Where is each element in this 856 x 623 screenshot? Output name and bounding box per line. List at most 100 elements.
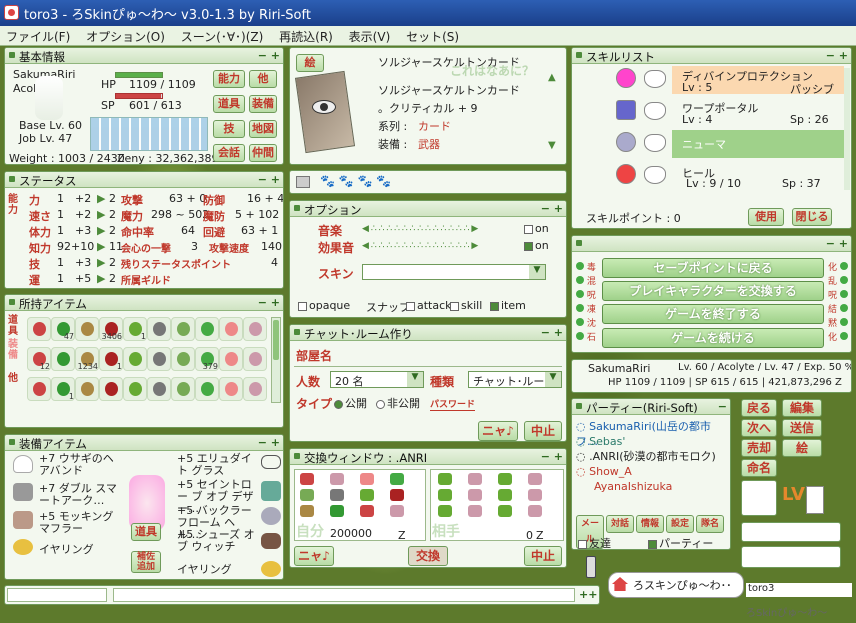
inventory-slot[interactable]: 1 [123,317,147,341]
skill-close-button[interactable]: 閉じる [792,208,832,226]
inventory-slot[interactable]: 3406 [99,317,123,341]
stat-raise-icon[interactable]: ▶ [97,224,105,237]
stat-raise-icon[interactable]: ▶ [97,192,105,205]
inventory-slot[interactable] [219,377,243,401]
other-button[interactable]: 他 [249,70,277,88]
nya-button[interactable]: ニャ♪ [478,421,518,441]
switch-character-button[interactable]: プレイキャラクターを交換する [602,281,824,301]
menu-view[interactable]: 表示(V) [349,30,391,44]
item-check[interactable]: item [490,299,526,312]
trade-item-icon[interactable] [300,473,314,485]
chat-controls-icon[interactable]: ++ [579,588,597,601]
inventory-slot[interactable] [171,347,195,371]
inventory-slot[interactable]: 1 [99,347,123,371]
equip-accessory-l[interactable]: イヤリング [39,541,94,557]
panel-controls-icon[interactable]: − + [826,237,848,250]
trade-item-icon[interactable] [360,505,374,517]
inventory-slot[interactable] [219,317,243,341]
inventory-slot[interactable]: 1 [51,377,75,401]
items-header[interactable]: 所持アイテム − + [5,295,283,311]
menu-set[interactable]: セット(S) [406,30,459,44]
game-menu-header[interactable]: − + [572,236,851,252]
inventory-slot[interactable] [123,347,147,371]
tab-picture[interactable]: 絵 [296,54,324,72]
trade-item-icon[interactable] [528,505,542,517]
trade-item-icon[interactable] [390,489,404,501]
room-name-input[interactable] [294,363,562,367]
inventory-slot[interactable] [195,377,219,401]
menu-option[interactable]: オプション(O) [86,30,165,44]
tab-info[interactable]: 情報 [636,515,664,533]
name-button[interactable]: 命名 [741,459,777,477]
menu-file[interactable]: ファイル(F) [6,30,70,44]
tab-setting[interactable]: 設定 [666,515,694,533]
party-member-4[interactable]: AyanaIshizuka [576,479,728,494]
ability-button[interactable]: 能力 [213,70,245,88]
inventory-slot[interactable] [195,317,219,341]
chat-input[interactable] [7,588,107,602]
option-header[interactable]: オプション − + [290,201,566,217]
skills-header[interactable]: スキルリスト − + [572,48,851,64]
trade-item-icon[interactable] [330,473,344,485]
panel-controls-icon[interactable]: − + [258,296,280,309]
skill-use-button[interactable]: 使用 [748,208,784,226]
opaque-check[interactable]: opaque [298,299,350,312]
inventory-slot[interactable]: 1234 [75,347,99,371]
trade-item-icon[interactable] [498,505,512,517]
equip-glasses[interactable]: +5 エリュダイト グラス [177,453,257,477]
inventory-slot[interactable] [219,347,243,371]
trade-item-icon[interactable] [528,489,542,501]
panel-controls-icon[interactable]: − + [258,173,280,186]
items-scrollbar[interactable] [271,317,281,403]
se-slider[interactable]: ◀∴∴∴∴∴∴∴∴∴∴∴∴∴▶ [362,241,522,251]
party-member-0[interactable]: ◌ SakumaRiri(山岳の都市フ… [576,419,728,448]
trade-exchange-button[interactable]: 交換 [408,546,448,566]
skills-scrollbar[interactable] [844,68,850,190]
panel-controls-icon[interactable]: − + [258,436,280,449]
inventory-slot[interactable] [171,377,195,401]
inventory-slot[interactable] [75,317,99,341]
inventory-slot[interactable] [243,317,267,341]
chat-cancel-button[interactable]: 中止 [524,421,562,441]
stat-raise-icon[interactable]: ▶ [97,272,105,285]
skin-select[interactable]: ▼ [362,264,546,280]
inventory-slot[interactable] [27,317,51,341]
private-radio[interactable]: 非公開 [376,395,420,411]
stat-raise-icon[interactable]: ▶ [97,208,105,221]
party-member-2[interactable]: ◌ .ANRI(砂漠の都市モロク) [576,449,728,464]
party-header[interactable]: パーティー(Riri-Soft) − [572,399,730,415]
equip-garment[interactable]: +5 モッキング マフラー [39,511,119,535]
equip-header[interactable]: 装備アイテム − + [5,435,283,451]
panel-controls-icon[interactable]: − [718,400,727,413]
scroll-up-icon[interactable]: ▲ [548,72,556,83]
trade-item-icon[interactable] [438,473,452,485]
party-member-1[interactable]: ◌ Sebas' [576,434,728,449]
tab-items-other[interactable]: 他 [8,373,22,384]
trade-item-icon[interactable] [438,489,452,501]
public-radio[interactable]: 公開 [334,395,367,411]
panel-controls-icon[interactable]: − + [826,49,848,62]
panel-controls-icon[interactable]: − + [541,202,563,215]
attack-check[interactable]: attack [406,299,452,312]
menu-reload[interactable]: 再読込(R) [279,30,333,44]
return-savepoint-button[interactable]: セーブポイントに戻る [602,258,824,278]
equip-add-button[interactable]: 補佐 追加 [131,551,161,573]
inventory-slot[interactable] [243,377,267,401]
skill-check[interactable]: skill [450,299,482,312]
status-side-tab[interactable]: 能力 [8,194,22,216]
trade-item-icon[interactable] [330,505,344,517]
party-check[interactable]: パーティー [648,535,713,549]
trade-item-icon[interactable] [498,473,512,485]
skill-button[interactable]: 技 [213,120,245,138]
inventory-slot[interactable] [243,347,267,371]
music-slider[interactable]: ◀∴∴∴∴∴∴∴∴∴∴∴∴∴▶ [362,224,522,234]
trade-item-icon[interactable] [468,489,482,501]
panel-controls-icon[interactable]: − + [541,326,563,339]
chat-input-2[interactable] [113,588,575,602]
trade-item-icon[interactable] [300,505,314,517]
continue-game-button[interactable]: ゲームを続ける [602,328,824,348]
inventory-slot[interactable] [27,377,51,401]
se-toggle[interactable]: on [524,239,549,252]
send-button[interactable]: 送信 [782,419,822,437]
trade-item-icon[interactable] [468,505,482,517]
